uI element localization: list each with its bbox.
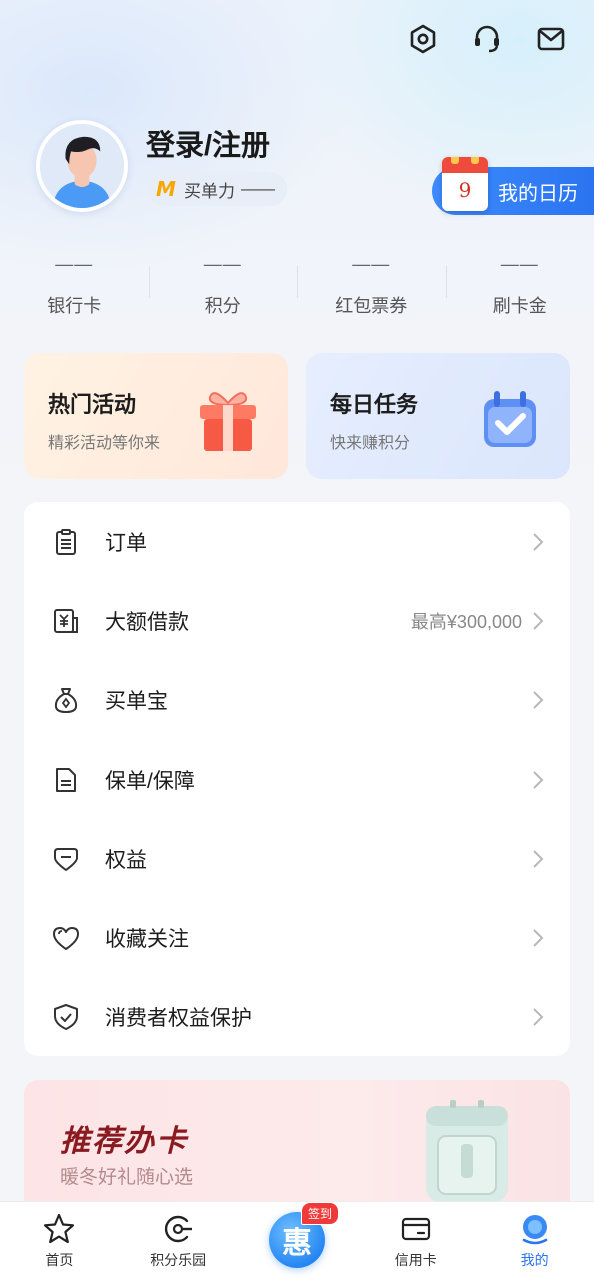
- menu-extra: 最高¥300,000: [410, 611, 522, 632]
- menu-label: 权益: [105, 848, 147, 872]
- document-icon: [50, 764, 82, 796]
- chevron-right-icon: [533, 691, 544, 709]
- stat-label: 银行卡: [47, 296, 102, 316]
- calendar-day: 9: [458, 178, 472, 202]
- chevron-right-icon: [533, 770, 544, 789]
- gift-box-icon: [200, 392, 256, 451]
- heart-icon: [50, 922, 82, 954]
- banner-title: 推荐办卡: [60, 1125, 188, 1158]
- settings-icon[interactable]: [406, 22, 440, 56]
- benefit-icon: [50, 843, 82, 875]
- stat-value: ——: [352, 254, 391, 274]
- daily-tasks-card[interactable]: 每日任务 快来赚积分: [306, 353, 570, 479]
- tab-label: 积分乐园: [150, 1252, 207, 1268]
- tab-credit-card[interactable]: 信用卡: [356, 1202, 475, 1280]
- menu-list: 订单 大额借款 最高¥300,000 买单宝 保单/保障 权益 收藏关注 消费者…: [24, 502, 570, 1056]
- stat-label: 红包票券: [335, 296, 408, 316]
- menu-item-consumer-protection[interactable]: 消费者权益保护: [24, 978, 570, 1057]
- menu-item-orders[interactable]: 订单: [24, 502, 570, 581]
- menu-item-favorites[interactable]: 收藏关注: [24, 898, 570, 977]
- chevron-right-icon: [533, 532, 544, 551]
- my-calendar-button[interactable]: 9 我的日历: [432, 157, 594, 215]
- menu-label: 收藏关注: [105, 928, 189, 952]
- task-calendar-icon: [484, 391, 536, 447]
- tab-label: 我的: [520, 1252, 549, 1268]
- money-bag-icon: [50, 684, 82, 716]
- login-register-link[interactable]: 登录/注册: [146, 122, 270, 164]
- stat-card-cash[interactable]: —— 刷卡金: [445, 254, 594, 318]
- tab-points-park[interactable]: 积分乐园: [119, 1202, 238, 1280]
- clipboard-icon: [50, 526, 82, 558]
- menu-item-insurance[interactable]: 保单/保障: [24, 740, 570, 819]
- avatar-illustration: [40, 124, 124, 208]
- stat-coupons[interactable]: —— 红包票券: [297, 254, 446, 318]
- m-logo-icon: M: [156, 177, 176, 201]
- card-application-banner[interactable]: 推荐办卡 暖冬好礼随心选: [24, 1080, 570, 1210]
- menu-label: 大额借款: [105, 610, 189, 634]
- customer-service-icon[interactable]: [470, 22, 504, 56]
- tab-home[interactable]: 首页: [0, 1202, 119, 1280]
- chevron-right-icon: [533, 1008, 544, 1027]
- air-fryer-image: [426, 1100, 508, 1202]
- tab-label: 信用卡: [394, 1252, 437, 1268]
- profile-icon: [522, 1215, 547, 1245]
- menu-label: 保单/保障: [105, 769, 195, 793]
- menu-label: 买单宝: [105, 690, 168, 714]
- banner-subtitle: 暖冬好礼随心选: [60, 1167, 194, 1188]
- chevron-right-icon: [533, 929, 544, 947]
- tab-mine[interactable]: 我的: [475, 1202, 594, 1280]
- star-icon: [44, 1213, 75, 1244]
- stat-label: 积分: [204, 296, 241, 316]
- purchase-power-label: 买单力: [184, 181, 235, 201]
- my-calendar-label: 我的日历: [498, 182, 578, 205]
- stat-label: 刷卡金: [492, 296, 547, 316]
- stat-value: ——: [55, 254, 94, 274]
- menu-item-maidanbao[interactable]: 买单宝: [24, 661, 570, 740]
- menu-label: 消费者权益保护: [105, 1007, 252, 1031]
- stat-bank-card[interactable]: —— 银行卡: [0, 254, 149, 318]
- stat-value: ——: [500, 254, 539, 274]
- calendar-icon: 9: [442, 157, 488, 211]
- header-icons: [406, 22, 568, 56]
- tab-label: 首页: [45, 1252, 74, 1268]
- menu-item-large-loan[interactable]: 大额借款 最高¥300,000: [24, 581, 570, 660]
- chevron-right-icon: [533, 850, 544, 868]
- message-icon[interactable]: [534, 22, 568, 56]
- stat-points[interactable]: —— 积分: [148, 254, 298, 318]
- bottom-tab-bar: 首页 积分乐园 惠 签到 信用卡 我的: [0, 1201, 594, 1280]
- tab-check-in[interactable]: 惠 签到: [238, 1202, 357, 1280]
- stat-value: ——: [203, 254, 242, 274]
- menu-item-benefits[interactable]: 权益: [24, 819, 570, 898]
- check-in-badge: 签到: [300, 1202, 339, 1225]
- chevron-right-icon: [533, 612, 544, 630]
- purchase-power-value: ——: [241, 179, 275, 198]
- credit-card-icon: [401, 1217, 430, 1241]
- shield-icon: [50, 1001, 82, 1033]
- hot-activities-card[interactable]: 热门活动 精彩活动等你来: [24, 353, 288, 479]
- account-stats: —— 银行卡 —— 积分 —— 红包票券 —— 刷卡金: [0, 254, 594, 318]
- menu-label: 订单: [105, 531, 147, 555]
- points-icon: [165, 1215, 193, 1243]
- purchase-power-badge[interactable]: M 买单力 ——: [146, 172, 287, 206]
- avatar[interactable]: [36, 120, 128, 212]
- loan-icon: [50, 605, 82, 637]
